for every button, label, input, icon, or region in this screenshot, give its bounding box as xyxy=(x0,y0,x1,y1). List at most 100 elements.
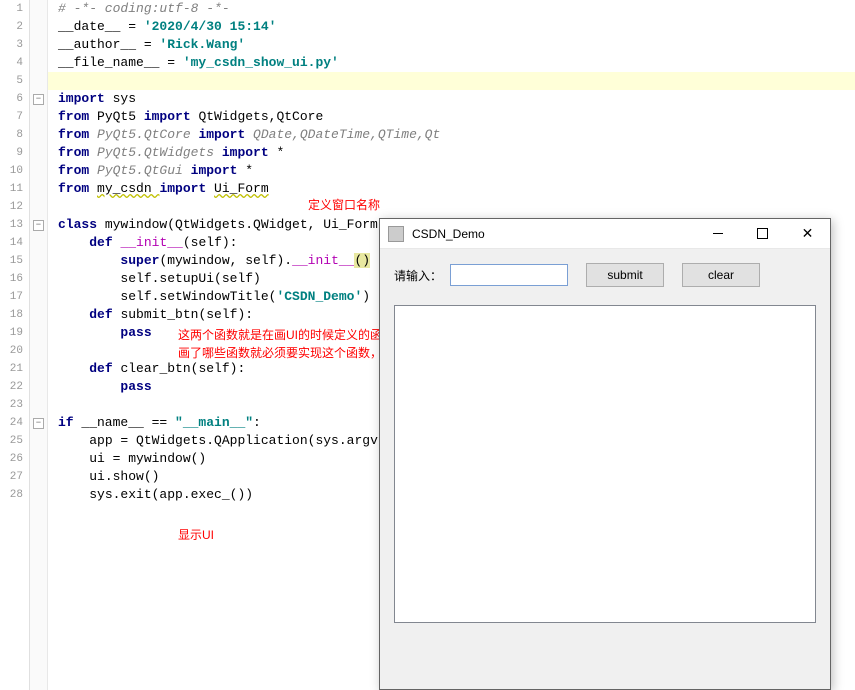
line-number: 4 xyxy=(0,54,23,72)
code-text: Ui_Form xyxy=(214,181,269,196)
line-number: 20 xyxy=(0,342,23,360)
code-text: __date__ = xyxy=(58,19,144,34)
code-kw: from xyxy=(58,127,97,142)
code-text: QtWidgets,QtCore xyxy=(198,109,323,124)
code-comment: # -*- coding:utf-8 -*- xyxy=(58,1,230,16)
close-button[interactable]: ✕ xyxy=(785,219,830,249)
line-number-gutter: 1 2 3 4 5 6 7 8 9 10 11 12 13 14 15 16 1… xyxy=(0,0,30,690)
code-text: clear_btn(self): xyxy=(120,361,245,376)
line-number: 18 xyxy=(0,306,23,324)
code-text: ) xyxy=(362,289,370,304)
code-kw: class xyxy=(58,217,105,232)
code-text: (mywindow, self). xyxy=(159,253,292,268)
code-kw: def xyxy=(89,235,120,250)
submit-button[interactable]: submit xyxy=(586,263,664,287)
code-kw: def xyxy=(89,307,120,322)
line-number: 2 xyxy=(0,18,23,36)
line-number: 16 xyxy=(0,270,23,288)
fold-toggle-icon[interactable]: − xyxy=(33,418,44,429)
code-text: PyQt5.QtWidgets xyxy=(97,145,222,160)
line-number: 3 xyxy=(0,36,23,54)
fold-toggle-icon[interactable]: − xyxy=(33,220,44,231)
line-number: 22 xyxy=(0,378,23,396)
line-number: 11 xyxy=(0,180,23,198)
code-kw: import xyxy=(191,163,246,178)
fold-toggle-icon[interactable]: − xyxy=(33,94,44,105)
code-kw: pass xyxy=(120,379,151,394)
code-text: mywindow(QtWidgets.QWidget, Ui_Form): xyxy=(105,217,394,232)
line-number: 9 xyxy=(0,144,23,162)
line-number: 14 xyxy=(0,234,23,252)
window-icon xyxy=(388,226,404,242)
code-text: submit_btn(self): xyxy=(120,307,253,322)
code-text: QDate,QDateTime,QTime,Qt xyxy=(253,127,440,142)
code-dunder: __init__ xyxy=(292,253,354,268)
line-number: 7 xyxy=(0,108,23,126)
code-text: * xyxy=(276,145,284,160)
code-kw: if xyxy=(58,415,81,430)
code-text: my_csdn xyxy=(97,181,159,196)
code-text: : xyxy=(253,415,261,430)
line-number: 15 xyxy=(0,252,23,270)
code-string: '2020/4/30 15:14' xyxy=(144,19,277,34)
code-dunder: __init__ xyxy=(120,235,182,250)
code-string: 'my_csdn_show_ui.py' xyxy=(183,55,339,70)
line-number: 24 xyxy=(0,414,23,432)
line-number: 21 xyxy=(0,360,23,378)
line-number: 28 xyxy=(0,486,23,504)
line-number: 6 xyxy=(0,90,23,108)
code-text: app = QtWidgets.QApplication(sys.argv) xyxy=(89,433,385,448)
code-kw: import xyxy=(144,109,199,124)
code-text: ui = mywindow() xyxy=(89,451,206,466)
code-text: __author__ = xyxy=(58,37,159,52)
line-number: 5 xyxy=(0,72,23,90)
line-number: 1 xyxy=(0,0,23,18)
code-kw: import xyxy=(159,181,214,196)
demo-window: CSDN_Demo ✕ 请输入： submit clear xyxy=(379,218,831,690)
minimize-button[interactable] xyxy=(695,219,740,249)
code-text: PyQt5 xyxy=(97,109,144,124)
clear-button[interactable]: clear xyxy=(682,263,760,287)
output-textarea[interactable] xyxy=(394,305,816,623)
window-title: CSDN_Demo xyxy=(412,227,695,241)
code-kw: def xyxy=(89,361,120,376)
code-kw: super xyxy=(120,253,159,268)
code-text: self.setupUi(self) xyxy=(120,271,260,286)
code-kw: pass xyxy=(120,325,151,340)
fold-column: − − − xyxy=(30,0,48,690)
text-input[interactable] xyxy=(450,264,568,286)
code-text: PyQt5.QtGui xyxy=(97,163,191,178)
code-text: __file_name__ = xyxy=(58,55,183,70)
code-text: self.setWindowTitle( xyxy=(120,289,276,304)
line-number: 27 xyxy=(0,468,23,486)
code-kw: from xyxy=(58,163,97,178)
code-text: ui.show() xyxy=(89,469,159,484)
line-number: 23 xyxy=(0,396,23,414)
line-number: 25 xyxy=(0,432,23,450)
line-number: 19 xyxy=(0,324,23,342)
code-text: sys xyxy=(113,91,136,106)
titlebar[interactable]: CSDN_Demo ✕ xyxy=(380,219,830,249)
input-label: 请输入： xyxy=(394,267,442,284)
line-number: 8 xyxy=(0,126,23,144)
code-text: __name__ == xyxy=(81,415,175,430)
code-text: * xyxy=(245,163,253,178)
line-number: 13 xyxy=(0,216,23,234)
annotation-window-title: 定义窗口名称 xyxy=(308,196,380,213)
line-number: 12 xyxy=(0,198,23,216)
code-kw: import xyxy=(198,127,253,142)
code-text: sys.exit(app.exec_()) xyxy=(89,487,253,502)
code-paren: ) xyxy=(362,253,370,268)
code-kw: import xyxy=(222,145,277,160)
code-text: (self): xyxy=(183,235,238,250)
code-kw: import xyxy=(58,91,113,106)
window-body: 请输入： submit clear xyxy=(380,249,830,637)
maximize-button[interactable] xyxy=(740,219,785,249)
code-text: PyQt5.QtCore xyxy=(97,127,198,142)
input-row: 请输入： submit clear xyxy=(394,263,816,287)
annotation-show-ui: 显示UI xyxy=(178,526,214,543)
code-string: "__main__" xyxy=(175,415,253,430)
code-kw: from xyxy=(58,109,97,124)
line-number: 17 xyxy=(0,288,23,306)
annotation-functions-line1: 这两个函数就是在画UI的时候定义的函数， xyxy=(178,326,406,343)
